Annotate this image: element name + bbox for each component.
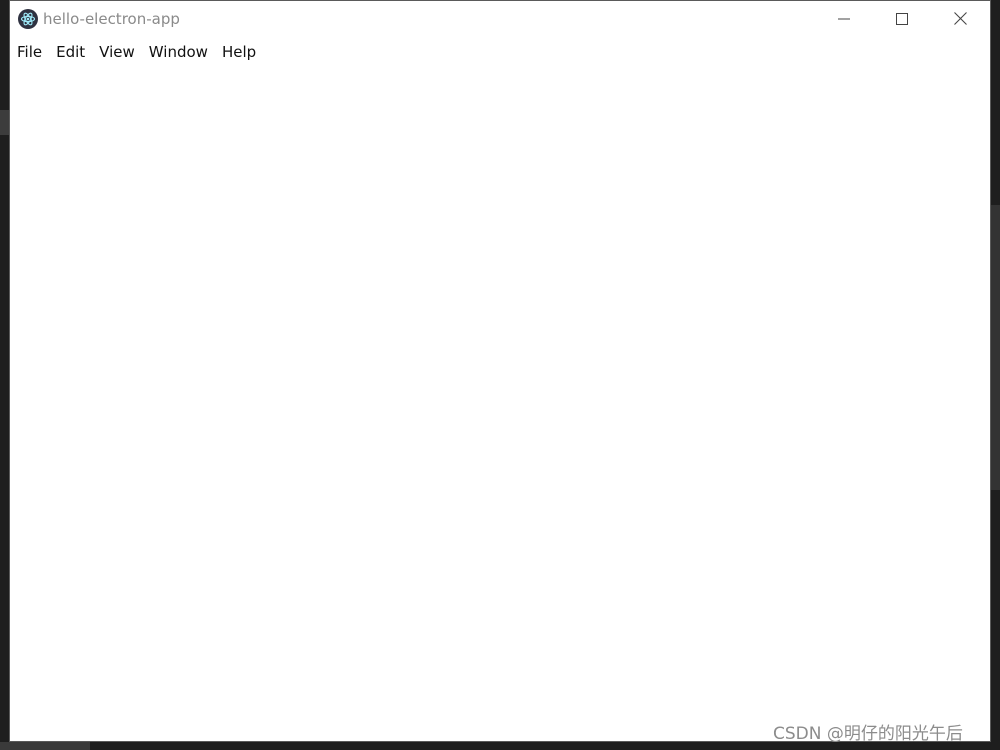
menu-bar: File Edit View Window Help: [10, 37, 990, 67]
close-icon: [953, 10, 967, 29]
menu-file[interactable]: File: [10, 39, 49, 65]
close-button[interactable]: [931, 1, 989, 37]
content-area[interactable]: [10, 67, 990, 741]
maximize-icon: [896, 10, 908, 29]
menu-help[interactable]: Help: [215, 39, 263, 65]
background-taskbar-edge: [0, 742, 90, 750]
menu-window[interactable]: Window: [142, 39, 215, 65]
background-window-edge: [990, 205, 1000, 490]
minimize-button[interactable]: [815, 1, 873, 37]
electron-atom-icon: [18, 9, 38, 29]
watermark: CSDN @明仔的阳光午后: [773, 724, 963, 744]
title-bar[interactable]: hello-electron-app: [10, 1, 990, 37]
menu-view[interactable]: View: [92, 39, 142, 65]
maximize-button[interactable]: [873, 1, 931, 37]
minimize-icon: [838, 10, 850, 29]
window-title: hello-electron-app: [43, 10, 180, 28]
menu-edit[interactable]: Edit: [49, 39, 92, 65]
app-window: hello-electron-app File Edit View Window…: [9, 0, 991, 742]
